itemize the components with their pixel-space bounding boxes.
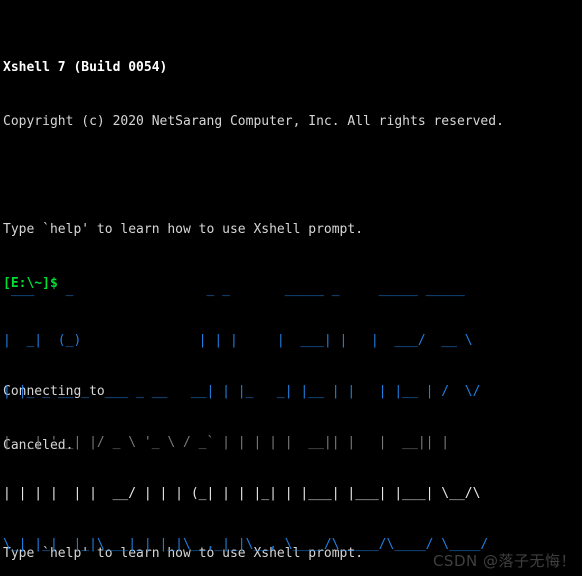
friendlyelec-ascii-banner: ___ _ _ _ _____ _ _____ _____ | _| (_) |… xyxy=(3,247,488,576)
banner-row-3: | _| '__| |/ _ \ '_ \ / _` | | | | | __|… xyxy=(3,435,481,450)
watermark-text: CSDN @落子无悔！ xyxy=(432,552,576,570)
banner-row-2: | |_ _ __ _ ___ _ __ __| | |_ _| |__ | |… xyxy=(3,384,481,399)
app-title: Xshell 7 (Build 0054) xyxy=(3,60,168,75)
banner-row-4: | | | | | | __/ | | | (_| | | |_| | |___… xyxy=(3,486,481,501)
help-hint-1: Type `help' to learn how to use Xshell p… xyxy=(3,222,364,237)
copyright-line: Copyright (c) 2020 NetSarang Computer, I… xyxy=(3,114,504,129)
banner-row-0: ___ _ _ _ _____ _ _____ _____ xyxy=(3,282,473,297)
terminal-window[interactable]: Xshell 7 (Build 0054) Copyright (c) 2020… xyxy=(0,0,582,576)
banner-row-5: \_| |_| |_|\___|_| |_|\__,_|_|\__, \____… xyxy=(3,537,489,552)
banner-row-1: | _| (_) | | | | ___| | | ___/ __ \ xyxy=(3,333,473,348)
